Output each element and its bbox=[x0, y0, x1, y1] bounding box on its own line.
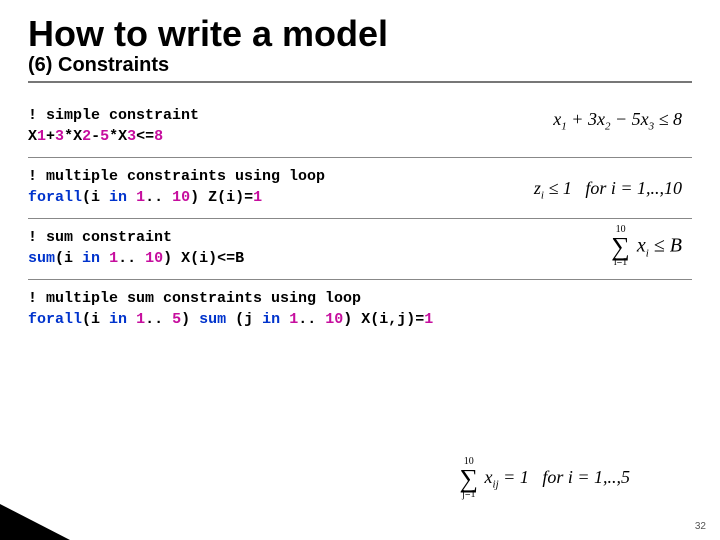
block-sum: ! sum constraint sum(i in 1.. 10) X(i)<=… bbox=[28, 219, 692, 280]
slide-title: How to write a model bbox=[28, 14, 692, 54]
slide-subtitle: (6) Constraints bbox=[28, 54, 692, 83]
math-4: 10 ∑ j=1 xij = 1 for i = 1,..,5 bbox=[460, 457, 631, 500]
math-3: 10 ∑ i=1 xi ≤ B bbox=[611, 225, 682, 268]
comment-3: ! sum constraint bbox=[28, 227, 692, 248]
math-2: zi ≤ 1 for i = 1,..,10 bbox=[534, 178, 682, 202]
sigma-bot-3: i=1 bbox=[611, 258, 630, 268]
math-1: x1 + 3x2 − 5x3 ≤ 8 bbox=[553, 109, 682, 133]
block-simple: ! simple constraint X1+3*X2-5*X3<=8 x1 +… bbox=[28, 97, 692, 158]
block-forall-sum: ! multiple sum constraints using loop fo… bbox=[28, 280, 692, 340]
sigma-icon: ∑ bbox=[611, 235, 630, 258]
corner-decoration bbox=[0, 504, 70, 540]
code-4: forall(i in 1.. 5) sum (j in 1.. 10) X(i… bbox=[28, 309, 692, 330]
page-number: 32 bbox=[695, 521, 706, 532]
sigma-icon: ∑ bbox=[460, 467, 479, 490]
comment-4: ! multiple sum constraints using loop bbox=[28, 288, 692, 309]
code-3: sum(i in 1.. 10) X(i)<=B bbox=[28, 248, 692, 269]
block-forall: ! multiple constraints using loop forall… bbox=[28, 158, 692, 219]
sigma-bot-4: j=1 bbox=[460, 490, 479, 500]
